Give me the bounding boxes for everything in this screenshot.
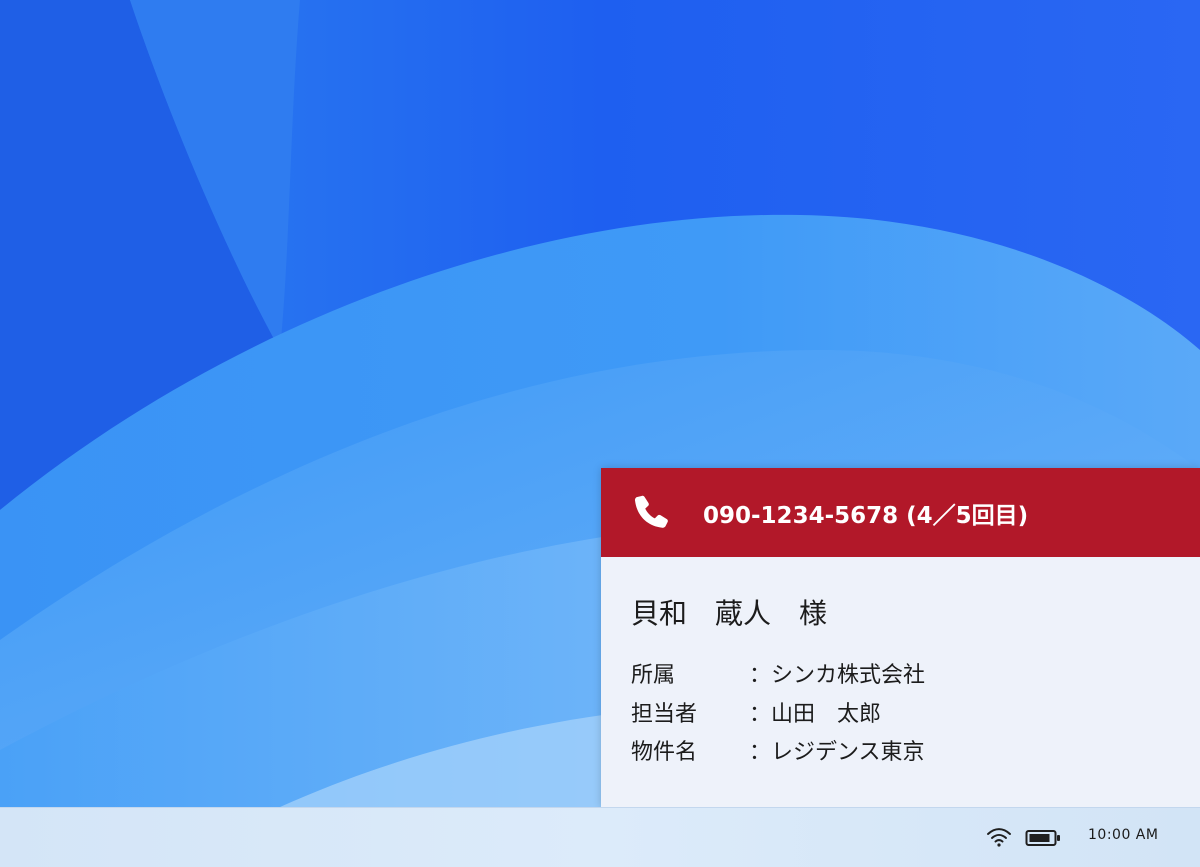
detail-label: 所属 bbox=[631, 663, 676, 688]
detail-separator: ： bbox=[749, 740, 772, 765]
detail-separator: ： bbox=[749, 702, 772, 727]
phone-icon bbox=[634, 495, 668, 528]
detail-row-property: 物件名 ： レジデンス東京 bbox=[631, 734, 925, 766]
caller-phone-number: 090-1234-5678 (4／5回目) bbox=[703, 503, 1029, 529]
taskbar: 10:00 AM bbox=[0, 807, 1200, 867]
detail-value: シンカ株式会社 bbox=[771, 663, 926, 688]
detail-row-contact: 担当者 ： 山田 太郎 bbox=[631, 696, 881, 728]
incoming-call-notification[interactable]: 090-1234-5678 (4／5回目) 貝和 蔵人 様 所属 ： シンカ株式… bbox=[601, 468, 1200, 807]
detail-value: レジデンス東京 bbox=[771, 740, 925, 765]
battery-icon[interactable] bbox=[1025, 828, 1061, 848]
detail-value: 山田 太郎 bbox=[771, 702, 882, 727]
detail-label: 担当者 bbox=[631, 702, 698, 727]
detail-separator: ： bbox=[749, 663, 772, 688]
wifi-icon[interactable] bbox=[986, 826, 1012, 848]
caller-name: 貝和 蔵人 様 bbox=[631, 597, 828, 630]
call-header: 090-1234-5678 (4／5回目) bbox=[601, 468, 1200, 557]
detail-row-company: 所属 ： シンカ株式会社 bbox=[631, 657, 925, 689]
detail-label: 物件名 bbox=[631, 740, 698, 765]
taskbar-clock[interactable]: 10:00 AM bbox=[1088, 827, 1158, 843]
